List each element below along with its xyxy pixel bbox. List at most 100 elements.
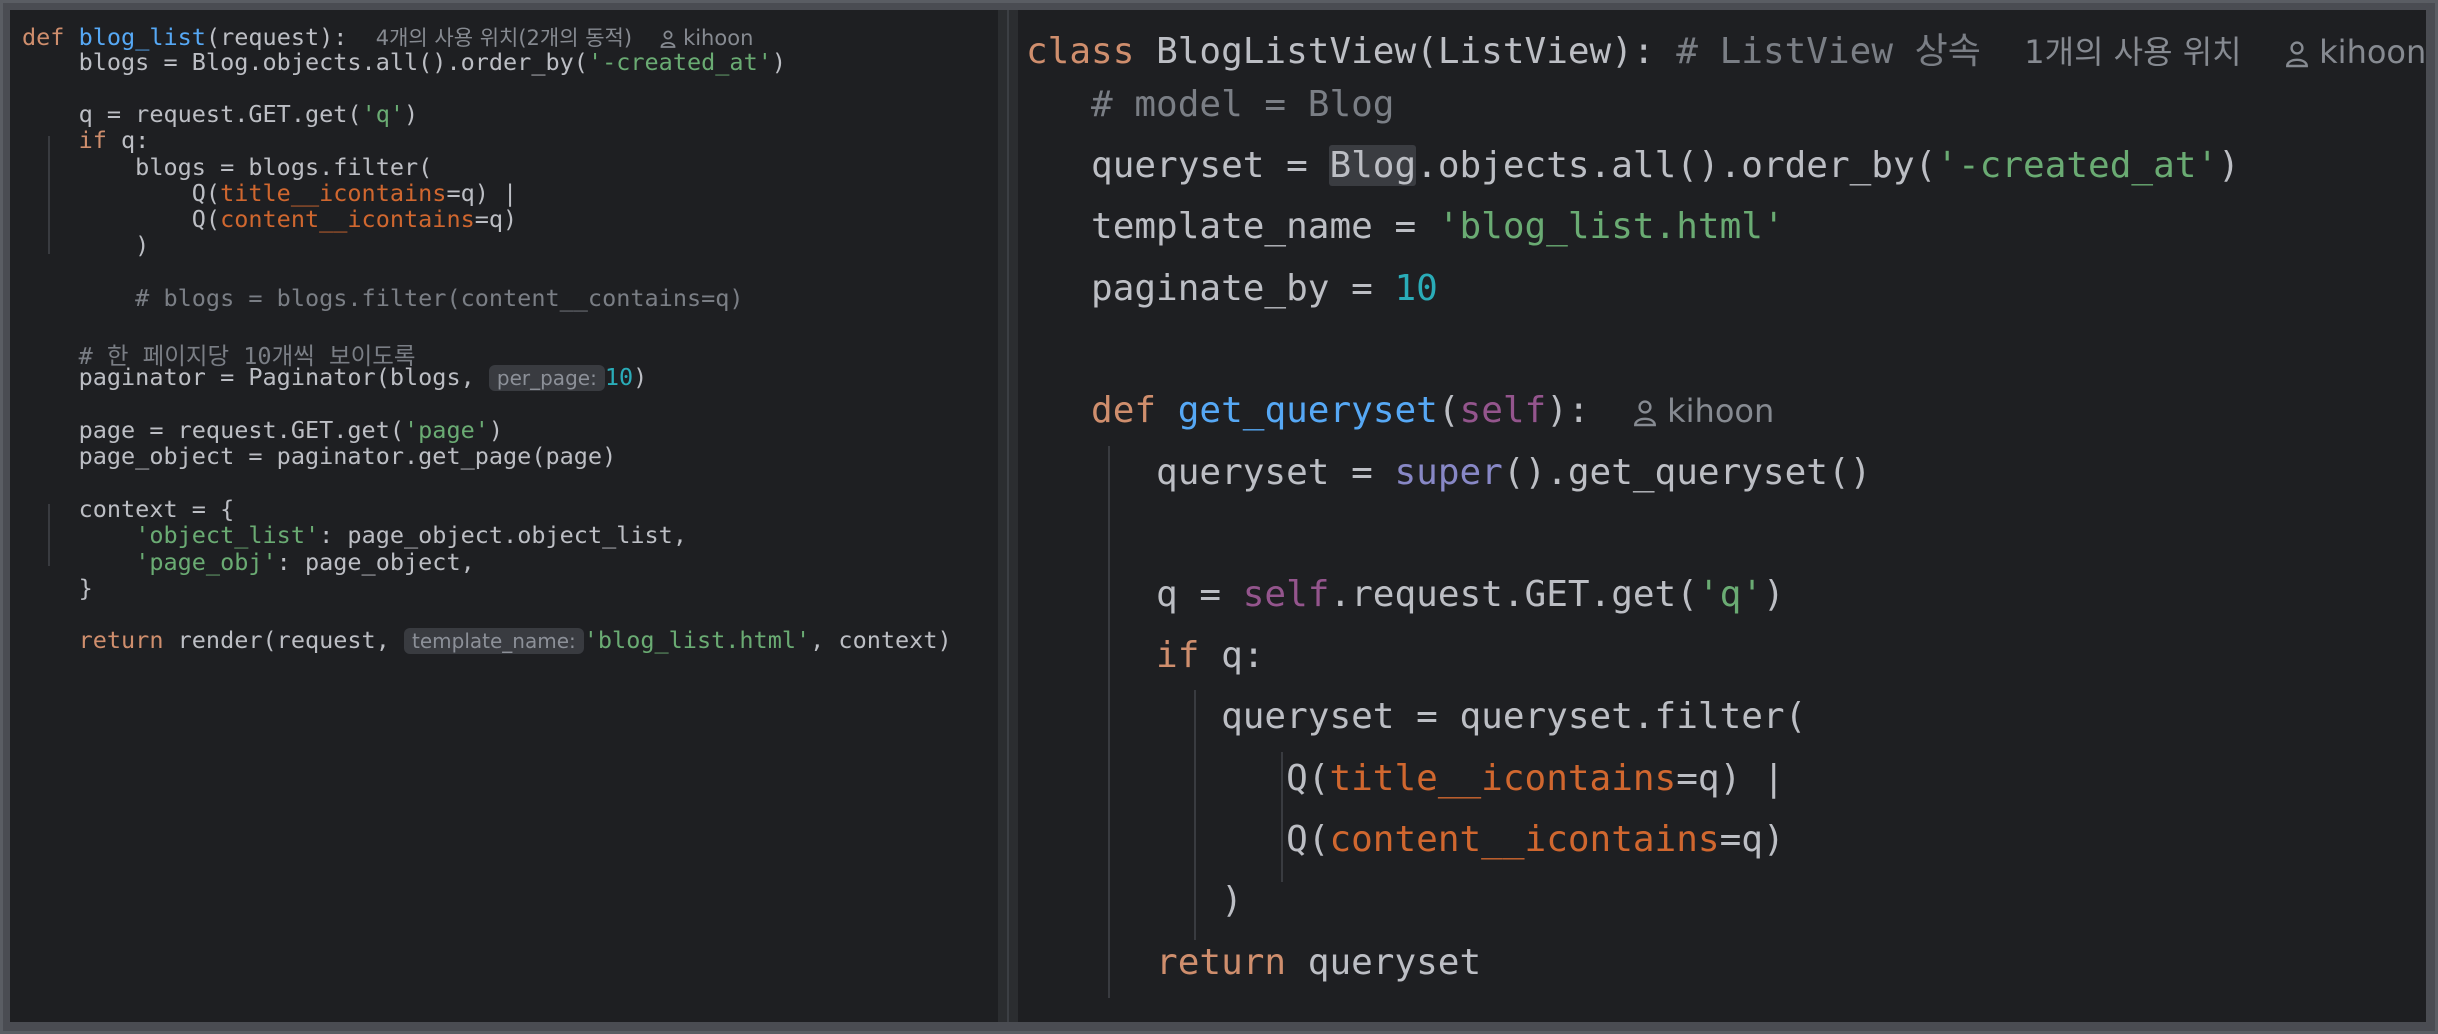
code-line[interactable]: Q(title__icontains=q) | xyxy=(1026,758,1785,799)
author-hint[interactable]: kihoon xyxy=(2285,33,2426,71)
user-icon xyxy=(1633,400,1656,427)
code-text: blogs = blogs.filter( xyxy=(22,153,433,181)
code-line[interactable]: q = request.GET.get('q') xyxy=(22,100,419,128)
keyword-if: if xyxy=(1156,635,1200,676)
code-text: Q( xyxy=(22,179,221,207)
keyword-argument: title__icontains xyxy=(220,179,447,207)
code-text: ().get_queryset() xyxy=(1502,452,1872,493)
code-comment-line[interactable]: # blogs = blogs.filter(content__contains… xyxy=(22,284,744,312)
comment-text: # ListView 상속 xyxy=(1676,31,1981,72)
string-literal: 'page_obj' xyxy=(135,548,277,576)
highlighted-identifier[interactable]: Blog xyxy=(1329,145,1417,186)
author-name: kihoon xyxy=(683,26,754,50)
code-line[interactable]: if q: xyxy=(1026,635,1264,676)
code-line[interactable]: paginator = Paginator(blogs, per_page: 10… xyxy=(22,363,647,391)
number-literal: 10 xyxy=(604,363,634,391)
user-icon xyxy=(660,30,676,48)
class-declaration[interactable]: BlogListView(ListView): xyxy=(1156,31,1655,72)
string-literal: '-created_at' xyxy=(587,48,772,76)
function-params: (request): xyxy=(205,23,348,51)
code-line[interactable]: Q(content__icontains=q) xyxy=(1026,819,1785,860)
user-icon xyxy=(2286,41,2308,68)
code-text: =q) xyxy=(474,205,518,233)
string-literal: 'page' xyxy=(404,416,489,444)
string-literal: 'blog_list.html' xyxy=(1437,206,1785,247)
code-text: q: xyxy=(1199,635,1265,676)
keyword-argument: content__icontains xyxy=(1329,819,1720,860)
code-line[interactable]: ) xyxy=(1026,880,1243,921)
code-text: ) xyxy=(488,416,504,444)
code-text: .request.GET.get( xyxy=(1329,574,1698,615)
code-line[interactable]: queryset = super().get_queryset() xyxy=(1026,452,1871,493)
code-text: ) xyxy=(1221,880,1243,921)
function-name[interactable]: get_queryset xyxy=(1178,390,1438,431)
author-name: kihoon xyxy=(2319,33,2426,71)
self-parameter: self xyxy=(1459,390,1547,431)
code-text: ) xyxy=(633,363,648,391)
parameter-hint-inlay[interactable]: per_page: xyxy=(488,365,605,391)
keyword-if: if xyxy=(78,126,107,154)
keyword-def: def xyxy=(22,23,65,51)
code-text: =q) | xyxy=(1676,758,1785,799)
keyword-return: return xyxy=(78,626,164,654)
code-text: paginator = Paginator(blogs, xyxy=(22,363,489,391)
code-text: : page_object.object_list, xyxy=(319,521,687,549)
keyword-return: return xyxy=(1156,942,1287,983)
code-line-class[interactable]: class BlogListView(ListView): # ListView… xyxy=(1026,22,2426,74)
author-name: kihoon xyxy=(1667,392,1775,430)
parameter-hint-inlay[interactable]: template_name: xyxy=(404,628,584,654)
code-line[interactable]: Q(content__icontains=q) xyxy=(22,205,517,233)
code-line[interactable]: page = request.GET.get('page') xyxy=(22,416,503,444)
code-line[interactable]: queryset = queryset.filter( xyxy=(1026,696,1806,737)
code-comment-line[interactable]: # model = Blog xyxy=(1026,84,1394,125)
code-text: queryset = xyxy=(1156,452,1395,493)
string-literal: '-created_at' xyxy=(1936,145,2219,186)
left-code-editor[interactable]: def blog_list(request): 4개의 사용 위치(2개의 동적… xyxy=(10,10,998,1022)
pane-splitter[interactable] xyxy=(998,10,1018,1022)
author-hint[interactable]: kihoon xyxy=(1633,392,1774,430)
code-text: Q( xyxy=(1286,758,1330,799)
code-text: page = request.GET.get( xyxy=(22,416,405,444)
keyword-def: def xyxy=(1091,390,1157,431)
function-name[interactable]: blog_list xyxy=(79,23,206,51)
code-text: ) xyxy=(2218,145,2240,186)
code-line[interactable]: } xyxy=(22,574,93,602)
code-line[interactable]: queryset = Blog.objects.all().order_by('… xyxy=(1026,145,2240,186)
keyword-argument: title__icontains xyxy=(1329,758,1677,799)
code-text: q = request.GET.get( xyxy=(22,100,362,128)
comment-text: # blogs = blogs.filter(content__contains… xyxy=(22,284,744,312)
self-keyword: self xyxy=(1242,574,1330,615)
keyword-argument: content__icontains xyxy=(220,205,475,233)
code-text: template_name = xyxy=(1091,206,1438,247)
code-line[interactable]: 'object_list': page_object.object_list, xyxy=(22,521,687,549)
code-text: } xyxy=(22,574,93,602)
code-text: .objects.all().order_by( xyxy=(1416,145,1937,186)
code-line[interactable]: blogs = blogs.filter( xyxy=(22,153,432,181)
code-text: Q( xyxy=(1286,819,1330,860)
code-text: queryset = xyxy=(1091,145,1330,186)
code-line[interactable]: Q(title__icontains=q) | xyxy=(22,179,517,207)
code-text: q: xyxy=(106,126,150,154)
code-line[interactable]: paginate_by = 10 xyxy=(1026,268,1438,309)
code-line[interactable]: 'page_obj': page_object, xyxy=(22,548,475,576)
code-text: queryset xyxy=(1286,942,1482,983)
code-line[interactable]: template_name = 'blog_list.html' xyxy=(1026,206,1785,247)
author-hint[interactable]: kihoon xyxy=(660,26,753,50)
code-line-def[interactable]: def get_queryset(self): kihoon xyxy=(1026,390,1774,431)
code-line[interactable]: context = { xyxy=(22,495,235,523)
code-line[interactable]: if q: xyxy=(22,126,150,154)
code-line[interactable]: ) xyxy=(22,231,149,259)
code-line[interactable]: page_object = paginator.get_page(page) xyxy=(22,442,617,470)
code-text: : page_object, xyxy=(276,548,475,576)
right-code-editor[interactable]: class BlogListView(ListView): # ListView… xyxy=(1018,10,2426,1022)
usage-hint[interactable]: 1개의 사용 위치 xyxy=(2024,33,2241,71)
code-line[interactable]: blogs = Blog.objects.all().order_by('-cr… xyxy=(22,48,786,76)
string-literal: 'blog_list.html' xyxy=(583,626,811,654)
code-text: render(request, xyxy=(163,626,405,654)
code-line[interactable]: return render(request, template_name:'bl… xyxy=(22,626,952,654)
usage-hint[interactable]: 4개의 사용 위치(2개의 동적) xyxy=(376,26,632,50)
code-line[interactable]: return queryset xyxy=(1026,942,1481,983)
code-line[interactable]: q = self.request.GET.get('q') xyxy=(1026,574,1785,615)
code-text: page_object = paginator.get_page(page) xyxy=(22,442,617,470)
code-text: =q) xyxy=(1719,819,1785,860)
